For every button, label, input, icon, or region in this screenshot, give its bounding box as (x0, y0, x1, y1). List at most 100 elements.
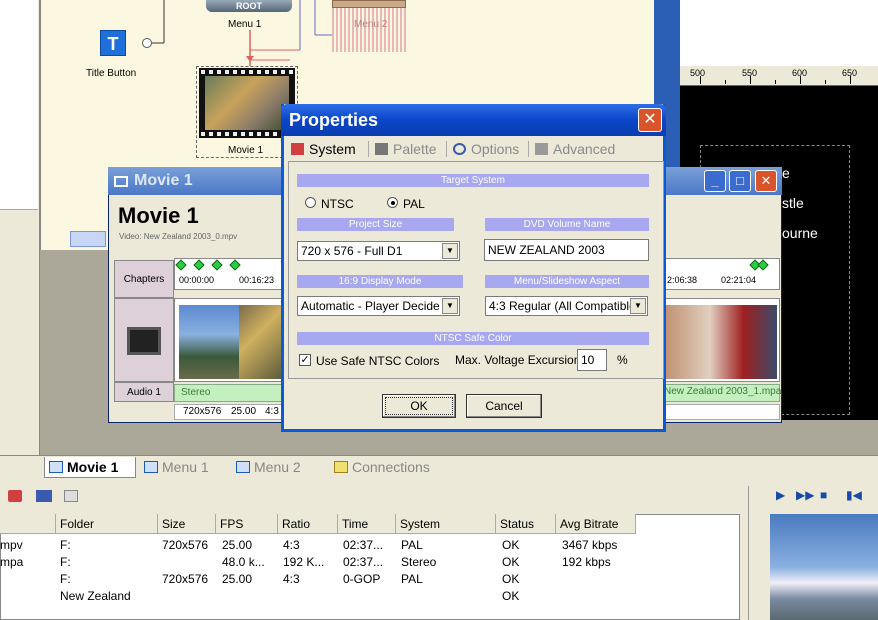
column-header-status[interactable]: Status (496, 514, 556, 534)
dialog-title[interactable]: Properties (281, 104, 666, 136)
cell-ratio: 4:3 (283, 572, 300, 586)
max-voltage-input[interactable]: 10 (577, 349, 607, 371)
list-icon[interactable] (64, 490, 78, 502)
timecode: 02:21:04 (721, 275, 757, 285)
connector-knob[interactable] (142, 38, 152, 48)
select-value: Automatic - Player Decide (301, 299, 440, 313)
menu2-node-body[interactable] (332, 8, 406, 52)
max-voltage-label: Max. Voltage Excursion (455, 353, 581, 367)
cell-folder: New Zealand (60, 589, 131, 603)
tab-palette[interactable]: Palette (371, 138, 437, 160)
cell-size: 720x576 (162, 538, 209, 552)
cell-ratio: 4:3 (283, 538, 300, 552)
tab-options[interactable]: Options (449, 138, 519, 160)
percent-label: % (617, 353, 628, 367)
column-header-ratio[interactable]: Ratio (278, 514, 338, 534)
root-node[interactable]: ROOT (206, 0, 292, 12)
chapter-marker[interactable] (193, 259, 205, 271)
maximize-button[interactable]: □ (729, 170, 751, 192)
chevron-down-icon: ▼ (630, 298, 646, 314)
video-clip[interactable] (179, 305, 239, 379)
column-header-name[interactable] (0, 514, 56, 534)
tab-label: Options (471, 141, 520, 157)
column-header-folder[interactable]: Folder (56, 514, 158, 534)
tab-connections[interactable]: Connections (330, 457, 430, 478)
close-button[interactable]: ✕ (755, 170, 777, 192)
step-back-icon[interactable]: ▮◀ (846, 488, 862, 502)
tab-movie1[interactable]: Movie 1 (44, 457, 136, 478)
film-icon (127, 327, 161, 355)
chapter-marker[interactable] (175, 259, 187, 271)
menu1-node-label[interactable]: Menu 1 (228, 19, 261, 30)
dialog-close-button[interactable]: ✕ (638, 108, 662, 132)
advanced-icon (535, 143, 548, 155)
select-value: 720 x 576 - Full D1 (301, 244, 403, 258)
play-icon[interactable]: ▶ (776, 488, 785, 502)
preview-top (680, 0, 878, 66)
chapters-track-label: Chapters (114, 260, 174, 298)
ntsc-radio[interactable] (305, 197, 316, 208)
cell-status: OK (502, 538, 520, 552)
pal-radio[interactable] (387, 197, 398, 208)
minimize-button[interactable]: _ (704, 170, 726, 192)
column-header-bitrate[interactable]: Avg Bitrate (556, 514, 636, 534)
tab-label: System (309, 141, 356, 157)
tab-label: Menu 2 (254, 459, 301, 475)
chevron-down-icon: ▼ (442, 243, 458, 259)
movie-heading: Movie 1 (118, 203, 199, 228)
audio-track-label: Audio 1 (114, 382, 174, 402)
column-header-time[interactable]: Time (338, 514, 396, 534)
ok-button[interactable]: OK (382, 394, 456, 418)
audio-clip-label: New Zealand 2003_1.mpa (664, 386, 782, 397)
column-header-size[interactable]: Size (158, 514, 216, 534)
tab-label: Advanced (553, 141, 616, 157)
video-clip[interactable] (665, 305, 777, 379)
column-header-fps[interactable]: FPS (216, 514, 278, 534)
title-button-label: Title Button (86, 68, 137, 79)
timecode: 2:06:38 (667, 275, 698, 285)
display-mode-select[interactable]: Automatic - Player Decide ▼ (297, 296, 460, 316)
video-clip[interactable] (239, 305, 283, 379)
ruler-label: 500 (690, 68, 706, 78)
chart-icon[interactable] (36, 490, 52, 502)
cell-system: PAL (401, 538, 423, 552)
cell-name: mpa (0, 555, 24, 569)
tab-menu2[interactable]: Menu 2 (232, 457, 301, 478)
cell-time: 0-GOP (343, 572, 381, 586)
cell-fps: 25.00 (222, 572, 253, 586)
tab-menu1[interactable]: Menu 1 (140, 457, 209, 478)
chapter-marker[interactable] (211, 259, 223, 271)
title-button-icon[interactable]: T (100, 30, 126, 56)
cell-system: Stereo (401, 555, 437, 569)
stop-icon[interactable]: ■ (820, 488, 827, 502)
tool-icon[interactable] (8, 490, 22, 502)
project-size-select[interactable]: 720 x 576 - Full D1 ▼ (297, 241, 460, 261)
movie-node-label: Movie 1 (228, 145, 264, 156)
cell-status: OK (502, 572, 520, 586)
fast-forward-icon[interactable]: ▶▶ (796, 488, 814, 502)
tab-system[interactable]: System (287, 138, 367, 160)
menu2-node[interactable] (332, 0, 406, 8)
project-size-header: Project Size (297, 218, 454, 231)
aspect-select[interactable]: 4:3 Regular (All Compatible) ▼ (485, 296, 648, 316)
clip-fps: 25.00 (231, 406, 257, 417)
player-preview (770, 514, 878, 620)
target-system-header: Target System (297, 174, 649, 187)
timecode: 00:16:23 (239, 275, 275, 285)
cell-bitrate: 192 kbps (562, 555, 611, 569)
use-safe-colors-checkbox[interactable]: ✓ (299, 354, 311, 366)
horizontal-ruler: 500 550 600 650 (680, 66, 878, 86)
chapter-marker[interactable] (229, 259, 241, 271)
column-header-system[interactable]: System (396, 514, 496, 534)
tab-advanced[interactable]: Advanced (531, 138, 615, 160)
display-mode-header: 16:9 Display Mode (297, 275, 463, 288)
menu2-node-label[interactable]: Menu 2 (354, 19, 387, 30)
chapter-marker[interactable] (757, 259, 769, 271)
cell-fps: 48.0 k... (222, 555, 265, 569)
scroll-left-button[interactable] (70, 231, 106, 247)
cell-folder: F: (60, 572, 71, 586)
tab-label: Connections (352, 459, 430, 475)
dvd-volume-input[interactable]: NEW ZEALAND 2003 (484, 239, 649, 261)
cell-folder: F: (60, 555, 71, 569)
cancel-button[interactable]: Cancel (466, 394, 542, 418)
